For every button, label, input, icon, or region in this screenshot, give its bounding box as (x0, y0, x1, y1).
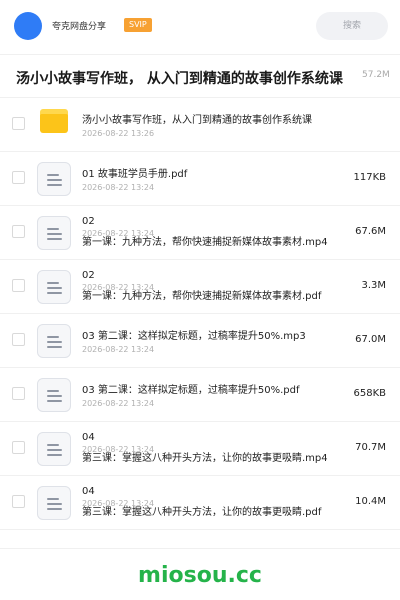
select-checkbox[interactable] (12, 225, 25, 238)
file-row[interactable]: 04 2026-08-22 13:24 第三课：掌握这八种开头方法，让你的故事更吸睛… (0, 422, 400, 476)
file-name[interactable]: 04 (82, 432, 340, 443)
select-checkbox[interactable] (12, 387, 25, 400)
select-checkbox[interactable] (12, 117, 25, 130)
file-name[interactable]: 02 (82, 216, 340, 227)
file-name-continued[interactable]: 第三课：掌握这八种开头方法，让你的故事更吸睛.pdf (82, 503, 338, 518)
document-icon (37, 162, 71, 196)
avatar[interactable] (14, 12, 42, 40)
document-icon (37, 432, 71, 466)
file-name[interactable]: 03 第二课：这样拟定标题，过稿率提升50%.mp3 (82, 327, 340, 342)
file-row[interactable]: 03 第二课：这样拟定标题，过稿率提升50%.pdf 2026-08-22 13:… (0, 368, 400, 422)
file-name-continued[interactable]: 第一课：九种方法，帮你快速捕捉新媒体故事素材.mp4 (82, 233, 338, 248)
folder-icon (40, 109, 68, 133)
document-icon (37, 324, 71, 358)
file-size: 10.4M (355, 496, 386, 507)
file-date: 2026-08-22 13:24 (82, 399, 155, 408)
file-size: 70.7M (355, 442, 386, 453)
share-title-bar: 汤小小故事写作班， 从入门到精通的故事创作系统课 57.2M (0, 54, 400, 98)
file-row[interactable]: 03 第二课：这样拟定标题，过稿率提升50%.mp3 2026-08-22 13:… (0, 314, 400, 368)
document-icon (37, 378, 71, 412)
document-icon (37, 270, 71, 304)
file-size: 67.0M (355, 334, 386, 345)
select-checkbox[interactable] (12, 495, 25, 508)
select-checkbox[interactable] (12, 171, 25, 184)
page-title: 汤小小故事写作班， 从入门到精通的故事创作系统课 (16, 71, 343, 87)
file-date: 2026-08-22 13:26 (82, 129, 155, 138)
file-size: 117KB (353, 172, 386, 183)
select-checkbox[interactable] (12, 333, 25, 346)
svip-badge: SVIP (124, 18, 152, 32)
file-name[interactable]: 02 (82, 270, 340, 281)
select-checkbox[interactable] (12, 279, 25, 292)
file-name-continued[interactable]: 第三课：掌握这八种开头方法，让你的故事更吸睛.mp4 (82, 449, 338, 464)
footer: miosou.cc (0, 548, 400, 600)
document-icon (37, 216, 71, 250)
file-size: 3.3M (361, 280, 386, 291)
site-watermark: miosou.cc (138, 563, 262, 588)
file-size: 67.6M (355, 226, 386, 237)
file-date: 2026-08-22 13:24 (82, 345, 155, 354)
search-input[interactable]: 搜索 (316, 12, 388, 40)
share-header: 夸克网盘分享 SVIP 搜索 (0, 0, 400, 52)
file-date: 2026-08-22 13:24 (82, 183, 155, 192)
share-owner-name: 夸克网盘分享 (52, 22, 107, 32)
file-row[interactable]: 01 故事班学员手册.pdf 2026-08-22 13:24 117KB (0, 152, 400, 206)
select-checkbox[interactable] (12, 441, 25, 454)
file-list: 汤小小故事写作班，从入门到精通的故事创作系统课 2026-08-22 13:26 0… (0, 98, 400, 530)
file-row[interactable]: 02 2026-08-22 13:24 第一课：九种方法，帮你快速捕捉新媒体故事素材… (0, 260, 400, 314)
file-name[interactable]: 03 第二课：这样拟定标题，过稿率提升50%.pdf (82, 381, 340, 396)
file-size: 658KB (353, 388, 386, 399)
folder-row[interactable]: 汤小小故事写作班，从入门到精通的故事创作系统课 2026-08-22 13:26 (0, 98, 400, 152)
file-row[interactable]: 04 2026-08-22 13:24 第三课：掌握这八种开头方法，让你的故事更吸睛… (0, 476, 400, 530)
file-row[interactable]: 02 2026-08-22 13:24 第一课：九种方法，帮你快速捕捉新媒体故事素材… (0, 206, 400, 260)
file-name-continued[interactable]: 第一课：九种方法，帮你快速捕捉新媒体故事素材.pdf (82, 287, 338, 302)
document-icon (37, 486, 71, 520)
file-name[interactable]: 汤小小故事写作班，从入门到精通的故事创作系统课 (82, 111, 352, 126)
total-size: 57.2M (362, 70, 390, 80)
file-name[interactable]: 04 (82, 486, 340, 497)
file-name[interactable]: 01 故事班学员手册.pdf (82, 165, 340, 180)
